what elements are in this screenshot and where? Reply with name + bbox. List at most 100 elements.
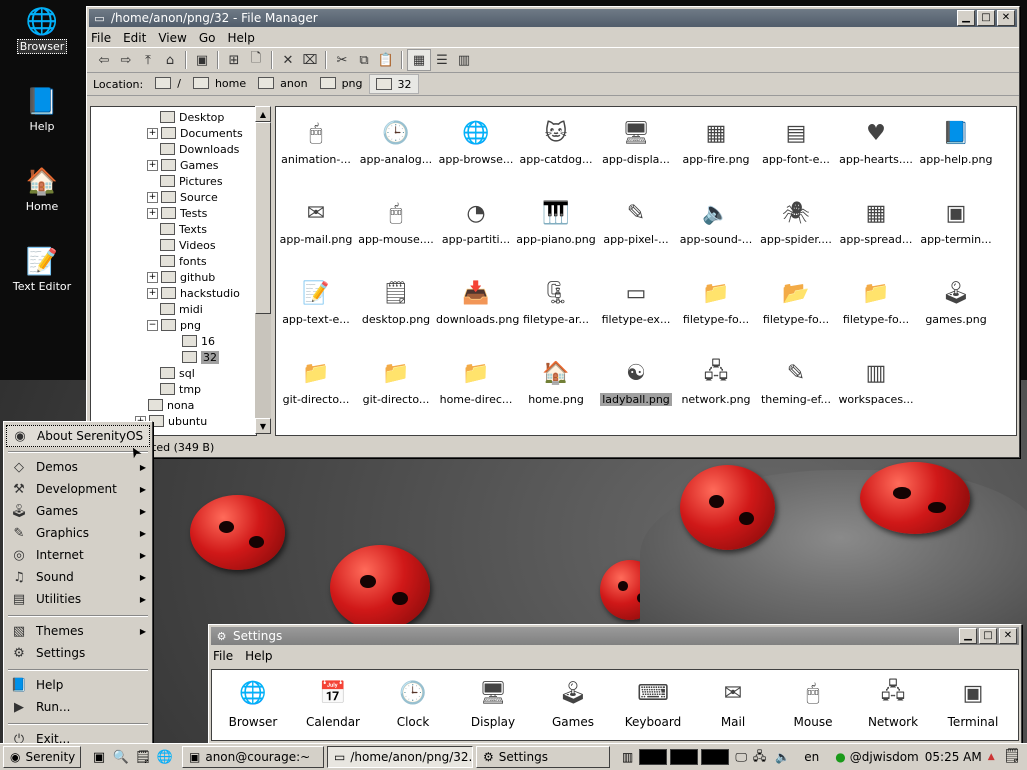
file-item[interactable]: ▦ app-spread... [836, 189, 916, 265]
tree-item[interactable]: + Source [147, 189, 218, 205]
file-item[interactable]: 🖱 animation-... [276, 109, 356, 185]
menu-help[interactable]: Help [227, 31, 254, 45]
menu-view[interactable]: View [158, 31, 186, 45]
home-icon[interactable]: ⌂ [159, 50, 181, 70]
start-menu-item[interactable]: 📘 Help [6, 675, 150, 695]
file-item[interactable]: 🖥 app-displa... [596, 109, 676, 185]
tree-item[interactable]: midi [147, 301, 203, 317]
icon-view-icon[interactable]: ▦ [407, 49, 431, 71]
list-view-icon[interactable]: ☰ [431, 50, 453, 70]
tree-item[interactable]: fonts [147, 253, 207, 269]
settings-app-mouse[interactable]: 🖱 Mouse [773, 675, 853, 730]
breadcrumb-item[interactable]: 32 [368, 74, 419, 94]
file-item[interactable]: 🎹 app-piano.png [516, 189, 596, 265]
breadcrumb-item[interactable]: / [149, 74, 187, 92]
file-item[interactable]: 📁 filetype-fo... [676, 269, 756, 345]
scroll-down-arrow[interactable]: ▼ [255, 418, 271, 434]
username[interactable]: @djwisdom [850, 750, 919, 764]
file-item[interactable]: 🕹 games.png [916, 269, 996, 345]
start-menu-item[interactable]: ✎ Graphics ▶ [6, 523, 150, 543]
settings-app-mail[interactable]: ✉ Mail [693, 675, 773, 730]
tree-item[interactable]: + hackstudio [147, 285, 240, 301]
settings-app-keyboard[interactable]: ⌨ Keyboard [613, 675, 693, 730]
start-menu-item[interactable]: ◉ About SerenityOS [6, 425, 150, 447]
settings-app-games[interactable]: 🕹 Games [533, 675, 613, 730]
rename-icon[interactable]: ⌧ [299, 50, 321, 70]
file-item[interactable]: 🖱 app-mouse.... [356, 189, 436, 265]
menu-go[interactable]: Go [199, 31, 216, 45]
taskbar-window-button[interactable]: ▣ anon@courage:~ [182, 746, 324, 768]
start-menu-item[interactable]: ▤ Utilities ▶ [6, 589, 150, 609]
back-icon[interactable]: ⇦ [93, 50, 115, 70]
file-item[interactable]: 📁 filetype-fo... [836, 269, 916, 345]
desktop-icon[interactable]: 📝 Text Editor [0, 246, 84, 293]
tree-item[interactable]: 16 [169, 333, 215, 349]
file-item[interactable]: ♥ app-hearts.... [836, 109, 916, 185]
expand-toggle-icon[interactable]: + [147, 207, 158, 219]
tree-item[interactable]: sql [147, 365, 195, 381]
tree-item[interactable]: + github [147, 269, 215, 285]
file-item[interactable]: 🖧 network.png [676, 349, 756, 425]
expand-toggle-icon[interactable]: + [147, 271, 158, 283]
menu-help[interactable]: Help [245, 649, 272, 663]
taskbar-window-button[interactable]: ⚙ Settings [476, 746, 610, 768]
file-manager-titlebar[interactable]: ▭ /home/anon/png/32 - File Manager ▁ □ ✕ [89, 9, 1017, 27]
settings-app-terminal[interactable]: ▣ Terminal [933, 675, 1013, 730]
new-folder-icon[interactable]: ⊞ [223, 50, 245, 70]
minimize-button[interactable]: ▁ [959, 628, 977, 644]
expand-toggle-icon[interactable]: + [147, 191, 158, 203]
scroll-up-arrow[interactable]: ▲ [255, 106, 271, 122]
tree-item[interactable]: Texts [147, 221, 207, 237]
clock[interactable]: 05:25 AM [925, 750, 982, 764]
file-item[interactable]: 📘 app-help.png [916, 109, 996, 185]
start-menu-item[interactable]: ⚒ Development ▶ [6, 479, 150, 499]
delete-icon[interactable]: ✕ [277, 50, 299, 70]
taskbar-window-button[interactable]: ▭ /home/anon/png/32... [327, 746, 473, 768]
file-manager-quick-icon[interactable]: 🔍 [111, 747, 131, 767]
start-menu-item[interactable]: ♫ Sound ▶ [6, 567, 150, 587]
file-item[interactable]: ☯ ladyball.png [596, 349, 676, 425]
scroll-thumb[interactable] [255, 122, 271, 314]
file-item[interactable]: ▦ app-fire.png [676, 109, 756, 185]
expand-toggle-icon[interactable]: + [147, 159, 158, 171]
close-button[interactable]: ✕ [999, 628, 1017, 644]
terminal-icon[interactable]: ▣ [191, 50, 213, 70]
file-item[interactable]: 📁 home-direc... [436, 349, 516, 425]
settings-app-calendar[interactable]: 📅 Calendar [293, 675, 373, 730]
settings-app-clock[interactable]: 🕒 Clock [373, 675, 453, 730]
file-item[interactable]: 📁 git-directo... [276, 349, 356, 425]
minimize-button[interactable]: ▁ [957, 10, 975, 26]
maximize-button[interactable]: □ [977, 10, 995, 26]
copy-icon[interactable]: ⧉ [353, 50, 375, 70]
tree-item[interactable]: nona [135, 397, 194, 413]
tree-item[interactable]: Videos [147, 237, 216, 253]
settings-titlebar[interactable]: ⚙ Settings ▁ □ ✕ [211, 627, 1019, 645]
file-item[interactable]: 🏠 home.png [516, 349, 596, 425]
menu-file[interactable]: File [91, 31, 111, 45]
settings-app-network[interactable]: 🖧 Network [853, 675, 933, 729]
expand-toggle-icon[interactable]: + [147, 287, 158, 299]
expand-toggle-icon[interactable]: − [147, 319, 158, 331]
start-menu-item[interactable]: ▧ Themes ▶ [6, 621, 150, 641]
browser-quick-icon[interactable]: 🌐 [155, 747, 175, 767]
file-item[interactable]: 🐱 app-catdog... [516, 109, 596, 185]
show-desktop-icon[interactable]: 🗒 [1003, 748, 1021, 764]
file-item[interactable]: ◔ app-partiti... [436, 189, 516, 265]
start-menu-item[interactable]: ◇ Demos ▶ [6, 457, 150, 477]
workspace-icon[interactable]: ▥ [622, 750, 633, 764]
desktop-icon[interactable]: 🌐 Browser [0, 6, 84, 54]
maximize-button[interactable]: □ [979, 628, 997, 644]
breadcrumb-item[interactable]: anon [252, 74, 313, 92]
cut-icon[interactable]: ✂ [331, 50, 353, 70]
start-menu-item[interactable]: ◎ Internet ▶ [6, 545, 150, 565]
file-item[interactable]: 📥 downloads.png [436, 269, 519, 345]
breadcrumb-item[interactable]: png [314, 74, 369, 92]
file-item[interactable]: 🗒 desktop.png [356, 269, 436, 345]
start-button[interactable]: ◉ Serenity [3, 746, 81, 768]
tree-item[interactable]: 32 [169, 349, 219, 365]
file-item[interactable]: ▥ workspaces... [836, 349, 916, 425]
tree-item[interactable]: Pictures [147, 173, 223, 189]
file-item[interactable]: ▭ filetype-ex... [596, 269, 676, 345]
tree-item[interactable]: tmp [147, 381, 201, 397]
tree-item[interactable]: − png [147, 317, 201, 333]
